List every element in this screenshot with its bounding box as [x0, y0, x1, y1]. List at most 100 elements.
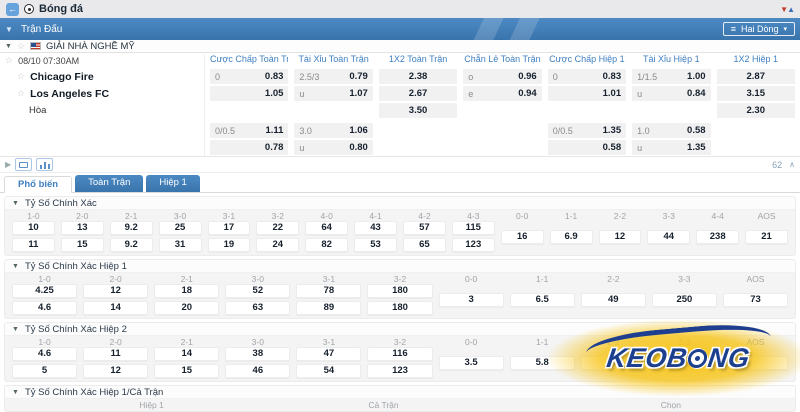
odds-cell[interactable]: u0.80	[294, 140, 372, 155]
section-header[interactable]: ▼Tỷ Số Chính Xác Hiệp 1	[5, 260, 795, 273]
display-mode-button[interactable]: ≡ Hai Dòng ▾	[723, 22, 795, 36]
odds-cell[interactable]: 0/0.51.11	[210, 123, 288, 138]
odds-cell[interactable]: 1.01	[548, 86, 626, 101]
odds-cell[interactable]: o0.96	[463, 69, 541, 84]
odds-cell[interactable]: 6.9	[550, 230, 593, 244]
collapse-chevron-icon[interactable]: ∧	[789, 160, 795, 169]
odds-cell[interactable]: 20	[154, 301, 219, 315]
odds-cell[interactable]: 2.87	[717, 69, 795, 84]
odds-cell[interactable]: 3.5	[439, 356, 504, 370]
odds-cell[interactable]: 0.58	[548, 140, 626, 155]
odds-cell[interactable]: 238	[696, 230, 739, 244]
odds-cell[interactable]: 6.5	[510, 293, 575, 307]
odds-cell[interactable]: 14	[154, 347, 219, 361]
odds-cell[interactable]: 15	[61, 238, 104, 252]
odds-cell[interactable]: 3.50	[379, 103, 457, 118]
section-header[interactable]: ▼Tỷ Số Chính Xác Hiệp 2	[5, 323, 795, 336]
odds-cell[interactable]: 14	[83, 301, 148, 315]
odds-cell[interactable]: 116	[367, 347, 432, 361]
odds-cell[interactable]: 0/0.51.35	[548, 123, 626, 138]
tab-0[interactable]: Phổ biến	[4, 176, 72, 193]
odds-cell[interactable]: 123	[367, 364, 432, 378]
odds-cell[interactable]: 31	[159, 238, 202, 252]
odds-cell[interactable]: 00.83	[548, 69, 626, 84]
odds-cell[interactable]: 250	[652, 293, 717, 307]
odds-cell[interactable]: 9.2	[110, 221, 153, 235]
odds-cell[interactable]: 1/1.51.00	[632, 69, 710, 84]
odds-cell[interactable]: 3.01.06	[294, 123, 372, 138]
tab-2[interactable]: Hiệp 1	[146, 175, 199, 192]
favorite-star-icon[interactable]: ☆	[17, 72, 25, 81]
odds-cell[interactable]: e0.94	[463, 86, 541, 101]
odds-cell[interactable]: 44	[647, 230, 690, 244]
tab-1[interactable]: Toàn Trận	[75, 175, 143, 192]
odds-cell[interactable]: 73	[723, 293, 788, 307]
odds-cell[interactable]: 11	[83, 347, 148, 361]
odds-cell[interactable]: 10	[12, 221, 55, 235]
odds-cell[interactable]: 0.78	[210, 140, 288, 155]
odds-cell[interactable]: 2.67	[379, 86, 457, 101]
odds-cell[interactable]: 12	[83, 364, 148, 378]
odds-cell[interactable]: 180	[367, 301, 432, 315]
odds-cell[interactable]: 29	[581, 356, 646, 370]
odds-cell[interactable]: 15	[154, 364, 219, 378]
odds-cell[interactable]: 54	[296, 364, 361, 378]
odds-cell[interactable]: 4.25	[12, 284, 77, 298]
chevron-down-icon[interactable]: ▼	[5, 25, 21, 34]
odds-cell[interactable]: 38	[225, 347, 290, 361]
odds-cell[interactable]: 49	[581, 293, 646, 307]
favorite-star-icon[interactable]: ☆	[5, 56, 13, 65]
odds-cell[interactable]: 52	[225, 284, 290, 298]
odds-cell[interactable]: 17	[208, 221, 251, 235]
odds-cell[interactable]: 19	[208, 238, 251, 252]
odds-cell[interactable]: 53	[354, 238, 397, 252]
odds-cell[interactable]: 5	[12, 364, 77, 378]
odds-cell[interactable]: 57	[403, 221, 446, 235]
odds-cell[interactable]	[723, 356, 788, 370]
monitor-view-button[interactable]	[15, 158, 32, 171]
odds-cell[interactable]: u1.07	[294, 86, 372, 101]
odds-cell[interactable]: 3.15	[717, 86, 795, 101]
odds-cell[interactable]: 4.6	[12, 347, 77, 361]
league-row[interactable]: ▼ ☆ GIẢI NHÀ NGHỀ MỸ	[0, 40, 800, 53]
odds-cell[interactable]: 64	[305, 221, 348, 235]
section-header[interactable]: ▼Tỷ Số Chính Xác Hiệp 1/Cả Trận	[5, 386, 795, 399]
sort-arrows-icon[interactable]: ▼▲	[780, 5, 794, 14]
odds-cell[interactable]: 2.38	[379, 69, 457, 84]
odds-cell[interactable]: 1.05	[210, 86, 288, 101]
section-header[interactable]: ▼Tỷ Số Chính Xác	[5, 197, 795, 210]
odds-cell[interactable]: 9.2	[110, 238, 153, 252]
odds-cell[interactable]: 13	[61, 221, 104, 235]
odds-cell[interactable]: 78	[296, 284, 361, 298]
odds-cell[interactable]: 24	[256, 238, 299, 252]
odds-cell[interactable]: u0.84	[632, 86, 710, 101]
odds-cell[interactable]: 12	[83, 284, 148, 298]
odds-cell[interactable]: 12	[599, 230, 642, 244]
odds-cell[interactable]: 65	[403, 238, 446, 252]
odds-cell[interactable]: 63	[225, 301, 290, 315]
odds-cell[interactable]: 46	[225, 364, 290, 378]
odds-cell[interactable]: u1.35	[632, 140, 710, 155]
odds-cell[interactable]	[652, 356, 717, 370]
stats-button[interactable]	[36, 158, 53, 171]
home-team-row[interactable]: ☆ Chicago Fire	[5, 69, 204, 84]
odds-cell[interactable]: 4.6	[12, 301, 77, 315]
odds-cell[interactable]: 1.00.58	[632, 123, 710, 138]
favorite-star-icon[interactable]: ☆	[17, 89, 25, 98]
odds-cell[interactable]: 2.30	[717, 103, 795, 118]
odds-cell[interactable]: 21	[745, 230, 788, 244]
odds-cell[interactable]: 180	[367, 284, 432, 298]
odds-cell[interactable]: 3	[439, 293, 504, 307]
away-team-row[interactable]: ☆ Los Angeles FC	[5, 86, 204, 101]
odds-cell[interactable]: 43	[354, 221, 397, 235]
odds-cell[interactable]: 22	[256, 221, 299, 235]
odds-cell[interactable]: 25	[159, 221, 202, 235]
odds-cell[interactable]: 47	[296, 347, 361, 361]
odds-cell[interactable]: 5.8	[510, 356, 575, 370]
back-button[interactable]: ←	[6, 3, 19, 16]
odds-cell[interactable]: 11	[12, 238, 55, 252]
odds-cell[interactable]: 18	[154, 284, 219, 298]
play-icon[interactable]: ▶	[5, 160, 11, 169]
odds-cell[interactable]: 123	[452, 238, 495, 252]
odds-cell[interactable]: 89	[296, 301, 361, 315]
